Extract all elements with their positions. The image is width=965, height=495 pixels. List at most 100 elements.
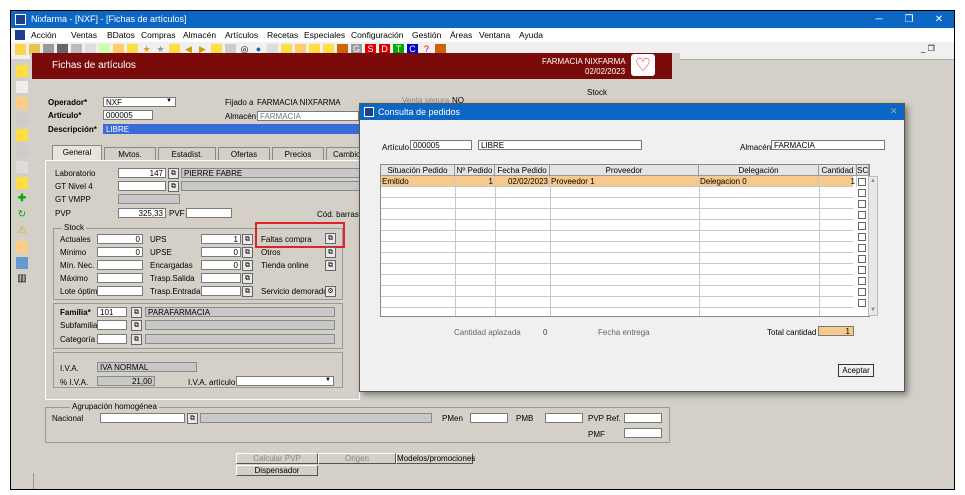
refresh-icon[interactable]: ↻ xyxy=(16,209,28,221)
subfamilia-code[interactable] xyxy=(97,320,127,330)
sc-checkbox[interactable] xyxy=(858,200,866,208)
grid-scrollbar-track[interactable]: ▲ ▼ xyxy=(868,176,878,316)
empty-row[interactable] xyxy=(381,297,853,308)
left-icon-7[interactable] xyxy=(16,161,28,173)
left-icon-2[interactable] xyxy=(16,81,28,93)
articulo-input[interactable]: 000005 xyxy=(103,110,153,120)
sc-checkbox[interactable] xyxy=(858,244,866,252)
col-num-pedido[interactable]: Nº Pedido xyxy=(455,165,495,176)
lote-field[interactable] xyxy=(97,286,143,296)
restore-child-button[interactable]: _ ❐ xyxy=(921,44,935,53)
pvpref-field[interactable] xyxy=(624,413,662,423)
left-icon-12[interactable] xyxy=(16,241,28,253)
minnec-field[interactable] xyxy=(97,260,143,270)
menu-especiales[interactable]: Especiales xyxy=(304,30,345,40)
empty-row[interactable] xyxy=(381,209,853,220)
maximize-button[interactable]: ❐ xyxy=(894,11,924,28)
dialog-close-icon[interactable]: ✕ xyxy=(890,106,898,117)
gtnivel-lookup-icon[interactable]: ⧉ xyxy=(168,181,179,192)
tab-general[interactable]: General xyxy=(52,145,102,160)
col-situacion[interactable]: Situación Pedido xyxy=(381,165,455,176)
encargadas-field[interactable]: 0 xyxy=(201,260,241,270)
pvf-input[interactable] xyxy=(186,208,232,218)
empty-row[interactable] xyxy=(381,286,853,297)
otros-lookup-icon[interactable]: ⧉ xyxy=(325,247,336,258)
empty-row[interactable] xyxy=(381,220,853,231)
pmb-field[interactable] xyxy=(545,413,583,423)
barcode-icon[interactable]: ▥ xyxy=(16,273,28,285)
scroll-down-icon[interactable]: ▼ xyxy=(870,307,876,313)
laboratorio-lookup-icon[interactable]: ⧉ xyxy=(168,168,179,179)
sc-checkbox[interactable] xyxy=(858,255,866,263)
servicio-demorado-gear-icon[interactable]: ⚙ xyxy=(325,286,336,297)
left-icon-6[interactable] xyxy=(16,145,28,157)
sc-checkbox[interactable] xyxy=(858,277,866,285)
menu-recetas[interactable]: Recetas xyxy=(267,30,298,40)
empty-row[interactable] xyxy=(381,253,853,264)
left-icon-1[interactable] xyxy=(16,65,28,77)
subfamilia-lookup-icon[interactable]: ⧉ xyxy=(131,320,142,331)
menu-ayuda[interactable]: Ayuda xyxy=(519,30,543,40)
categoria-lookup-icon[interactable]: ⧉ xyxy=(131,334,142,345)
sc-checkbox[interactable] xyxy=(858,222,866,230)
menu-configuracion[interactable]: Configuración xyxy=(351,30,403,40)
encargadas-lookup-icon[interactable]: ⧉ xyxy=(242,260,253,271)
tab-estadist[interactable]: Estadíst. xyxy=(158,147,216,160)
sc-checkbox[interactable] xyxy=(858,299,866,307)
left-icon-8[interactable] xyxy=(16,177,28,189)
table-row[interactable]: Emitido 1 02/02/2023 Proveedor 1 Delegac… xyxy=(381,176,857,187)
col-sc[interactable]: SC xyxy=(857,165,869,176)
sc-checkbox[interactable] xyxy=(858,189,866,197)
descripcion-input[interactable]: LIBRE xyxy=(103,124,359,134)
dialog-articulo-desc[interactable]: LIBRE xyxy=(478,140,642,150)
col-proveedor[interactable]: Proveedor xyxy=(550,165,699,176)
scroll-up-icon[interactable]: ▲ xyxy=(870,178,876,184)
categoria-code[interactable] xyxy=(97,334,127,344)
origen-button[interactable]: Origen xyxy=(318,453,396,464)
left-icon-3[interactable] xyxy=(16,97,28,109)
traspentrada-lookup-icon[interactable]: ⧉ xyxy=(242,286,253,297)
ups-field[interactable]: 1 xyxy=(201,234,241,244)
menu-almacen[interactable]: Almacén xyxy=(183,30,216,40)
empty-row[interactable] xyxy=(381,187,853,198)
dialog-almacen-value[interactable]: FARMACIA xyxy=(771,140,885,150)
tienda-online-lookup-icon[interactable]: ⧉ xyxy=(325,260,336,271)
warning-icon[interactable]: ⚠ xyxy=(16,225,28,237)
familia-code[interactable]: 101 xyxy=(97,307,127,317)
modelos-promociones-button[interactable]: Modelos/promociones xyxy=(396,453,475,464)
sc-checkbox[interactable] xyxy=(858,211,866,219)
col-cantidad[interactable]: Cantidad xyxy=(819,165,857,176)
menu-ventas[interactable]: Ventas xyxy=(71,30,97,40)
tab-mvtos[interactable]: Mvtos. xyxy=(104,147,156,160)
traspentrada-field[interactable] xyxy=(201,286,241,296)
sc-checkbox[interactable] xyxy=(858,266,866,274)
pvp-input[interactable]: 325,33 xyxy=(118,208,166,218)
ivaart-select[interactable] xyxy=(236,376,334,386)
left-icon-13[interactable] xyxy=(16,257,28,269)
laboratorio-code[interactable]: 147 xyxy=(118,168,166,178)
tab-ofertas[interactable]: Ofertas xyxy=(218,147,270,160)
menu-ventana[interactable]: Ventana xyxy=(479,30,510,40)
minimo-field[interactable]: 0 xyxy=(97,247,143,257)
left-icon-5[interactable] xyxy=(16,129,28,141)
menu-compras[interactable]: Compras xyxy=(141,30,175,40)
empty-row[interactable] xyxy=(381,264,853,275)
calcular-pvp-button[interactable]: Calcular PVP xyxy=(236,453,318,464)
pmf-field[interactable] xyxy=(624,428,662,438)
toolbar-icon-1[interactable] xyxy=(15,44,26,55)
tab-cambios[interactable]: Cambios xyxy=(326,147,365,160)
gtnivel-input[interactable] xyxy=(118,181,166,191)
empty-row[interactable] xyxy=(381,231,853,242)
familia-lookup-icon[interactable]: ⧉ xyxy=(131,307,142,318)
aceptar-button[interactable]: Aceptar xyxy=(838,364,874,377)
sc-checkbox[interactable] xyxy=(858,178,866,186)
almacen-field[interactable]: FARMACIA xyxy=(257,111,359,121)
menu-gestion[interactable]: Gestión xyxy=(412,30,441,40)
actuales-field[interactable]: 0 xyxy=(97,234,143,244)
menu-articulos[interactable]: Artículos xyxy=(225,30,258,40)
sc-checkbox[interactable] xyxy=(858,233,866,241)
menu-bdatos[interactable]: BDatos xyxy=(107,30,135,40)
empty-row[interactable] xyxy=(381,198,853,209)
dispensador-button[interactable]: Dispensador xyxy=(236,465,318,476)
menu-areas[interactable]: Áreas xyxy=(450,30,472,40)
